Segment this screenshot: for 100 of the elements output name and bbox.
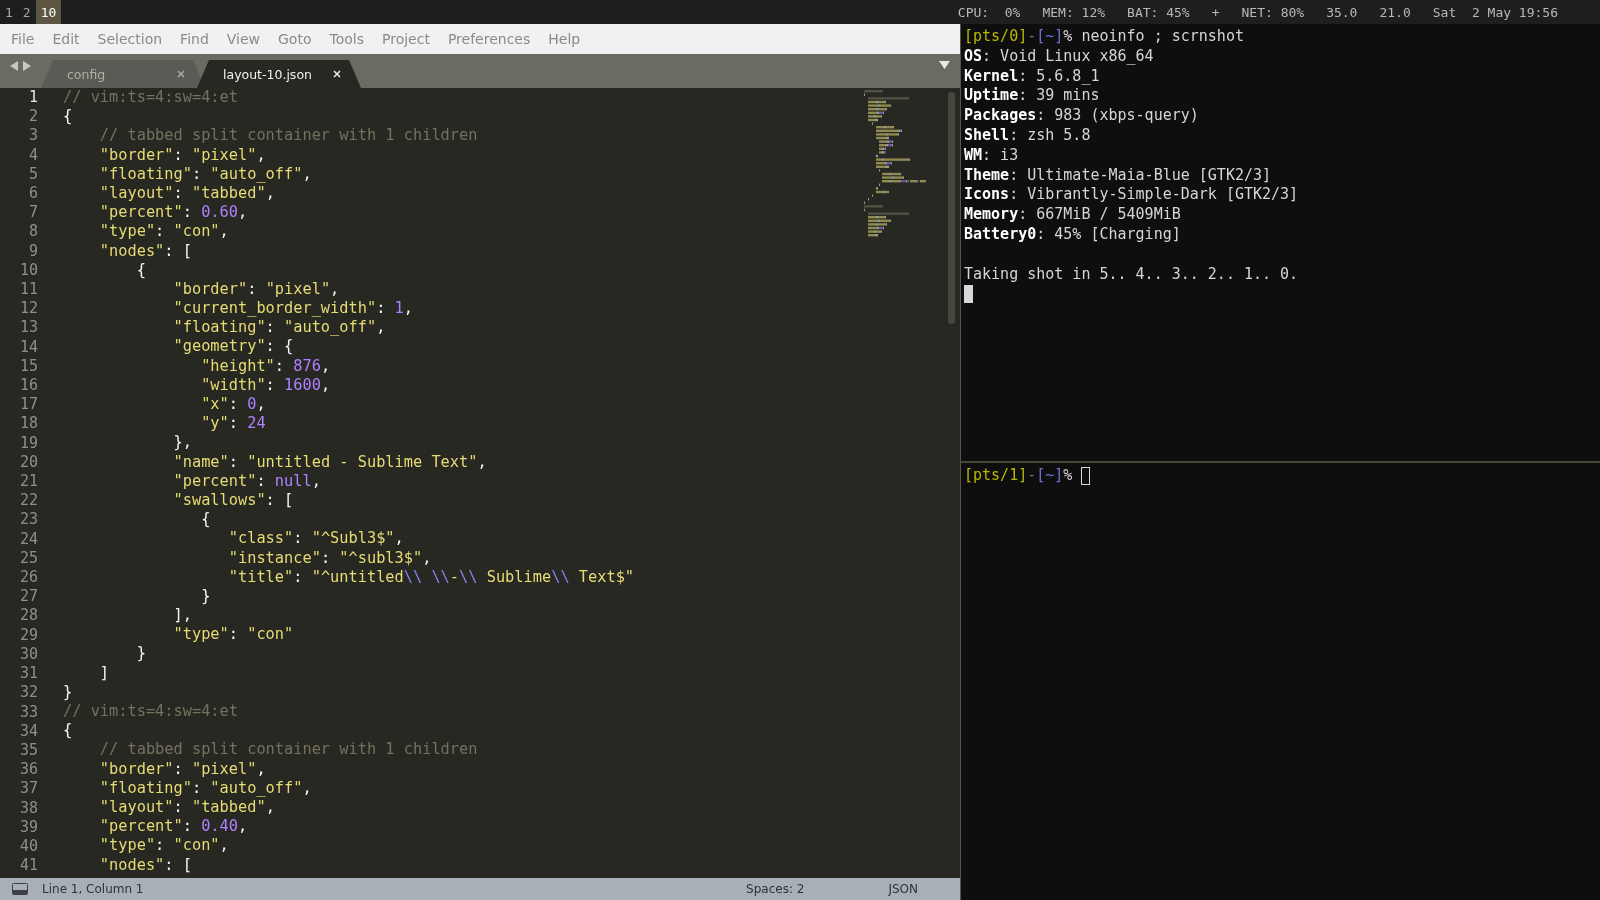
code-line: "swallows": [ <box>172 490 294 511</box>
terminal-line: Theme: Ultimate-Maia-Blue [GTK2/3] <box>964 165 1272 186</box>
line-number: 20 <box>19 452 38 473</box>
terminal-line: Shell: zsh 5.8 <box>964 126 1091 146</box>
line-number: 29 <box>19 625 38 645</box>
code-line: "class": "^Subl3$", <box>227 529 404 549</box>
code-line: ] <box>98 663 110 683</box>
workspace-button[interactable]: 2 <box>17 0 36 24</box>
code-line: "geometry": { <box>172 337 294 357</box>
code-line: "floating": "auto_off", <box>98 778 312 798</box>
menu-item[interactable]: View <box>218 31 268 47</box>
line-number: 41 <box>19 856 38 876</box>
menu-item[interactable]: File <box>3 31 43 47</box>
line-number: 11 <box>19 280 38 300</box>
indentation-setting[interactable]: Spaces: 2 <box>746 882 805 896</box>
line-number: 21 <box>19 472 38 492</box>
workspace-button[interactable]: 10 <box>35 0 62 24</box>
menu-item[interactable]: Selection <box>89 31 171 47</box>
line-number: 15 <box>19 356 38 377</box>
line-number: 37 <box>19 779 38 799</box>
terminal-line: [pts/0]-[~]% neoinfo ; scrnshot <box>964 27 1244 47</box>
code-line: "border": "pixel", <box>172 279 340 300</box>
line-number: 22 <box>19 491 38 511</box>
status-text: 35.0 <box>1326 4 1358 20</box>
code-line: "name": "untitled - Sublime Text", <box>172 452 487 472</box>
line-number: 28 <box>19 606 38 626</box>
code-line: // tabbed split container with 1 children <box>98 126 478 146</box>
terminal-line: Battery0: 45% [Charging] <box>964 224 1181 245</box>
code-line: "border": "pixel", <box>98 145 266 165</box>
panel-icon[interactable] <box>12 883 28 895</box>
line-number: 23 <box>19 510 38 530</box>
line-number: 10 <box>19 260 38 281</box>
line-number: 9 <box>28 241 38 261</box>
status-text: 21.0 <box>1379 4 1411 20</box>
code-line: "type": "con", <box>98 836 229 856</box>
code-line: "type": "con" <box>172 625 294 645</box>
code-line: "title": "^untitled\\ \\-\\ Sublime\\ Text$" <box>227 567 635 587</box>
terminal-line: WM: i3 <box>964 145 1019 166</box>
menu-item[interactable]: Edit <box>44 31 88 47</box>
code-line: "height": 876, <box>200 356 331 376</box>
status-text: CPU: 0% <box>957 4 1021 20</box>
line-number: 6 <box>28 184 38 204</box>
code-line: { <box>200 510 211 530</box>
menu-item[interactable]: Goto <box>270 31 320 47</box>
code-line: "floating": "auto_off", <box>172 318 386 338</box>
tab[interactable]: layout-10.json <box>197 60 361 88</box>
line-number: 35 <box>19 740 38 761</box>
code-line: "nodes": [ <box>98 855 192 875</box>
menu-item[interactable]: Preferences <box>439 31 539 47</box>
code-line: "percent": null, <box>172 471 321 491</box>
line-number: 12 <box>19 299 38 319</box>
cursor-position: Line 1, Column 1 <box>42 882 144 896</box>
caret-down-icon[interactable] <box>939 61 950 69</box>
line-number: 27 <box>19 587 38 607</box>
menu-item[interactable]: Tools <box>321 31 372 47</box>
code-line: "percent": 0.60, <box>98 203 248 223</box>
line-number: 31 <box>19 664 38 684</box>
menu-item[interactable]: Find <box>172 31 217 47</box>
terminal-line: Icons: Vibrantly-Simple-Dark [GTK2/3] <box>964 185 1299 206</box>
status-text: + <box>1211 4 1220 20</box>
syntax-name[interactable]: JSON <box>888 882 918 896</box>
terminal-line: Packages: 983 (xbps-query) <box>964 106 1199 126</box>
line-number: 8 <box>28 222 38 242</box>
line-number: 25 <box>19 548 38 569</box>
code-line: "layout": "tabbed", <box>98 797 275 818</box>
menu-item[interactable]: Help <box>540 31 589 47</box>
terminal-line: OS: Void Linux x86_64 <box>964 46 1154 67</box>
code-line: ], <box>172 606 192 626</box>
code-line: "border": "pixel", <box>98 759 266 779</box>
caret-left-icon[interactable] <box>10 61 19 71</box>
line-number: 36 <box>19 760 38 780</box>
code-line: // vim:ts=4:sw=4:et <box>63 702 238 722</box>
workspace-button[interactable]: 1 <box>0 0 18 24</box>
terminal-line: Taking shot in 5.. 4.. 3.. 2.. 1.. 0. <box>964 264 1299 285</box>
line-number: 17 <box>19 395 38 415</box>
line-number: 38 <box>19 798 38 818</box>
code-line: }, <box>172 433 192 453</box>
status-text: BAT: 45% <box>1127 4 1190 20</box>
line-number: 30 <box>19 644 38 665</box>
code-line: "current_border_width": 1, <box>172 299 413 319</box>
scrollbar-thumb[interactable] <box>947 92 955 324</box>
terminal-line: Uptime: 39 mins <box>964 86 1100 107</box>
code-line: "layout": "tabbed", <box>98 183 275 204</box>
code-line: // vim:ts=4:sw=4:et <box>63 88 238 108</box>
code-line: { <box>63 721 73 741</box>
code-line: { <box>135 260 146 280</box>
line-number: 18 <box>19 414 38 434</box>
code-line: "nodes": [ <box>98 241 192 261</box>
line-number: 33 <box>19 702 38 722</box>
code-line: // tabbed split container with 1 children <box>98 740 478 760</box>
line-number: 24 <box>19 529 38 549</box>
code-line: } <box>135 644 146 664</box>
menu-item[interactable]: Project <box>374 31 438 47</box>
line-number: 4 <box>28 145 38 165</box>
code-line: } <box>63 682 73 702</box>
caret-right-icon[interactable] <box>22 61 31 71</box>
line-number: 13 <box>19 318 38 338</box>
line-number: 32 <box>19 683 38 703</box>
terminal-line: Memory: 667MiB / 5409MiB <box>964 205 1181 225</box>
status-text: NET: 80% <box>1241 4 1305 20</box>
